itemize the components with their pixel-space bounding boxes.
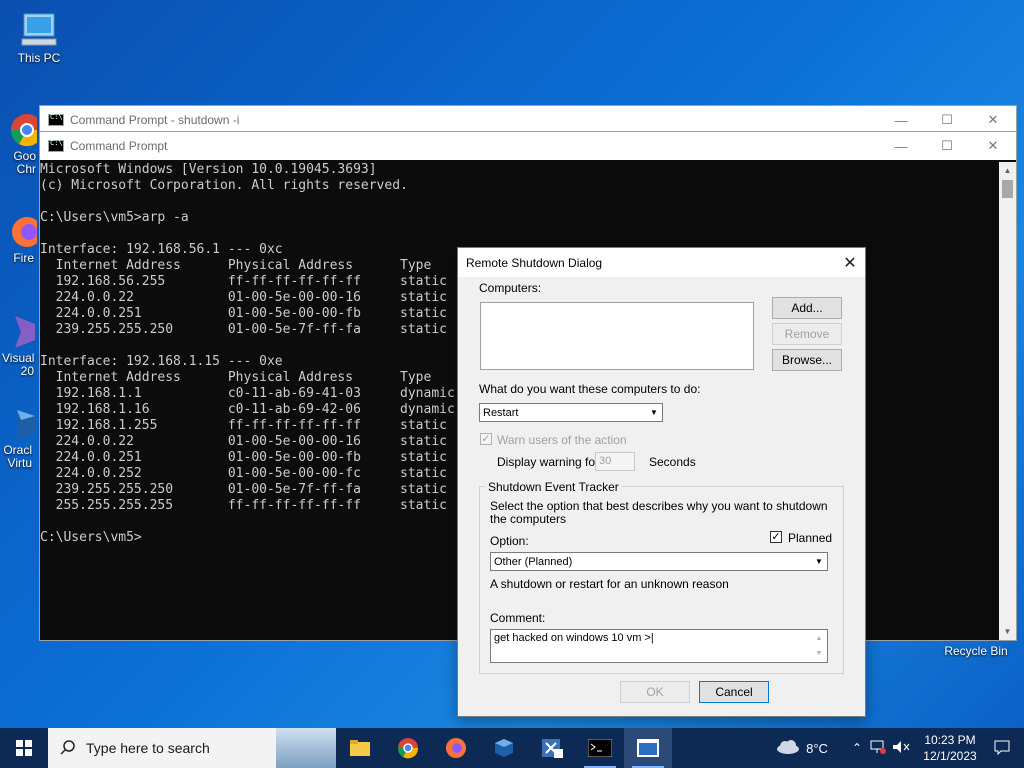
option-select[interactable]: Other (Planned) ▼ — [490, 552, 828, 571]
search-highlight-image — [276, 728, 336, 768]
virtualbox-icon — [495, 739, 513, 757]
comment-textarea[interactable]: get hacked on windows 10 vm >| — [490, 629, 828, 663]
firefox-icon — [0, 212, 42, 250]
cloud-icon[interactable] — [776, 739, 800, 758]
window-app-icon — [637, 739, 659, 757]
browse-button[interactable]: Browse... — [772, 349, 842, 371]
weather-temp[interactable]: 8°C — [806, 741, 828, 756]
notification-icon[interactable] — [994, 739, 1010, 758]
window-titlebar[interactable]: Command Prompt - shutdown -i — ☐ ✕ — [40, 106, 1016, 134]
computers-label: Computers: — [479, 281, 542, 295]
tracker-description: Select the option that best describes wh… — [490, 499, 828, 526]
option-label: Option: — [490, 534, 529, 548]
close-button[interactable]: ✕ — [970, 132, 1016, 160]
desktop-icon-virtualbox[interactable]: Oracl Virtu — [0, 404, 42, 470]
taskbar-chrome[interactable] — [384, 728, 432, 768]
ok-button[interactable]: OK — [620, 681, 690, 703]
search-icon — [60, 739, 76, 758]
visual-studio-icon — [0, 312, 37, 350]
folder-icon — [350, 740, 370, 756]
taskbar-virtualbox[interactable] — [480, 728, 528, 768]
taskbar-firefox[interactable] — [432, 728, 480, 768]
warning-seconds-input[interactable]: 30 — [595, 452, 635, 471]
volume-muted-icon[interactable] — [892, 740, 910, 757]
clock-date: 12/1/2023 — [923, 749, 977, 763]
desktop-icon-firefox[interactable]: Fire — [0, 212, 42, 265]
chevron-up-icon[interactable]: ⌃ — [852, 741, 862, 755]
desktop-icon-label: Fire — [13, 251, 34, 265]
display-warning-label: Display warning for — [497, 455, 600, 469]
desktop-icon-visual-studio[interactable]: Visual 20 — [0, 312, 42, 378]
taskbar-remote-shutdown[interactable] — [624, 728, 672, 768]
comment-scrollbar[interactable]: ▲ ▼ — [812, 631, 826, 661]
taskbar-file-explorer[interactable] — [336, 728, 384, 768]
shutdown-event-tracker-legend: Shutdown Event Tracker — [485, 480, 622, 494]
clock-time: 10:23 PM — [924, 733, 976, 747]
minimize-button[interactable]: — — [878, 132, 924, 160]
planned-checkbox[interactable]: ✓ — [770, 531, 782, 543]
cmd-icon — [48, 113, 64, 126]
dialog-close-button[interactable]: ✕ — [835, 248, 865, 277]
dialog-titlebar[interactable]: Remote Shutdown Dialog ✕ — [458, 248, 865, 277]
network-icon[interactable] — [870, 740, 886, 757]
desktop-icon-label: Recycle Bin — [944, 644, 1008, 658]
desktop-icon-chrome[interactable]: Goo Chr — [0, 110, 44, 176]
close-button[interactable]: ✕ — [970, 106, 1016, 134]
chrome-icon — [397, 738, 419, 759]
visual-studio-icon — [542, 739, 563, 758]
desktop-icon-label: Oracl Virtu — [3, 443, 32, 470]
taskbar-command-prompt[interactable] — [576, 728, 624, 768]
scroll-down-arrow-icon[interactable]: ▼ — [999, 623, 1016, 640]
computers-listbox[interactable] — [480, 302, 754, 370]
command-prompt-shutdown-window[interactable]: Command Prompt - shutdown -i — ☐ ✕ — [39, 105, 1017, 134]
window-titlebar[interactable]: Command Prompt — ☐ ✕ — [40, 132, 1016, 160]
cancel-button[interactable]: Cancel — [699, 681, 769, 703]
seconds-label: Seconds — [649, 455, 696, 469]
computer-icon — [18, 12, 60, 50]
taskbar-search-box[interactable]: Type here to search — [48, 728, 336, 768]
search-placeholder: Type here to search — [86, 740, 210, 756]
remote-shutdown-dialog[interactable]: Remote Shutdown Dialog ✕ Computers: Add.… — [457, 247, 866, 717]
virtualbox-icon — [0, 404, 37, 442]
system-tray: 8°C ⌃ 10:23 PM 12/1/2023 — [776, 728, 1024, 768]
desktop-icon-label: This PC — [17, 51, 61, 65]
clock[interactable]: 10:23 PM 12/1/2023 — [920, 732, 980, 764]
windows-logo-icon — [16, 740, 32, 756]
chevron-down-icon: ▼ — [646, 405, 661, 420]
option-select-value: Other (Planned) — [494, 555, 573, 568]
cmd-icon — [588, 739, 612, 757]
desktop-icon-label: Visual 20 — [2, 351, 35, 378]
start-button[interactable] — [0, 728, 48, 768]
firefox-icon — [446, 738, 466, 758]
scroll-up-arrow-icon[interactable]: ▲ — [999, 162, 1016, 179]
vertical-scrollbar[interactable]: ▲ ▼ — [999, 162, 1016, 640]
action-select[interactable]: Restart ▼ — [479, 403, 663, 422]
maximize-button[interactable]: ☐ — [924, 106, 970, 134]
scrollbar-thumb[interactable] — [1002, 180, 1013, 198]
option-description: A shutdown or restart for an unknown rea… — [490, 577, 729, 591]
add-button[interactable]: Add... — [772, 297, 842, 319]
chevron-down-icon: ▼ — [811, 554, 826, 569]
window-title: Command Prompt — [70, 139, 168, 153]
window-title: Command Prompt - shutdown -i — [70, 113, 240, 127]
cmd-icon — [48, 139, 64, 152]
taskbar-visual-studio[interactable] — [528, 728, 576, 768]
action-question-label: What do you want these computers to do: — [479, 382, 701, 396]
comment-label: Comment: — [490, 611, 546, 625]
desktop-icon-this-pc[interactable]: This PC — [4, 12, 74, 65]
minimize-button[interactable]: — — [878, 106, 924, 134]
warn-users-checkbox[interactable]: ✓ — [480, 433, 492, 445]
dialog-title: Remote Shutdown Dialog — [466, 255, 603, 270]
action-select-value: Restart — [483, 406, 519, 419]
desktop-icon-label: Goo Chr — [13, 149, 36, 176]
warn-users-label: Warn users of the action — [497, 433, 627, 447]
remove-button[interactable]: Remove — [772, 323, 842, 345]
taskbar: Type here to search 8°C ⌃ 10:23 PM 12/1/… — [0, 728, 1024, 768]
maximize-button[interactable]: ☐ — [924, 132, 970, 160]
planned-label: Planned — [788, 531, 833, 545]
chrome-icon — [0, 110, 44, 148]
